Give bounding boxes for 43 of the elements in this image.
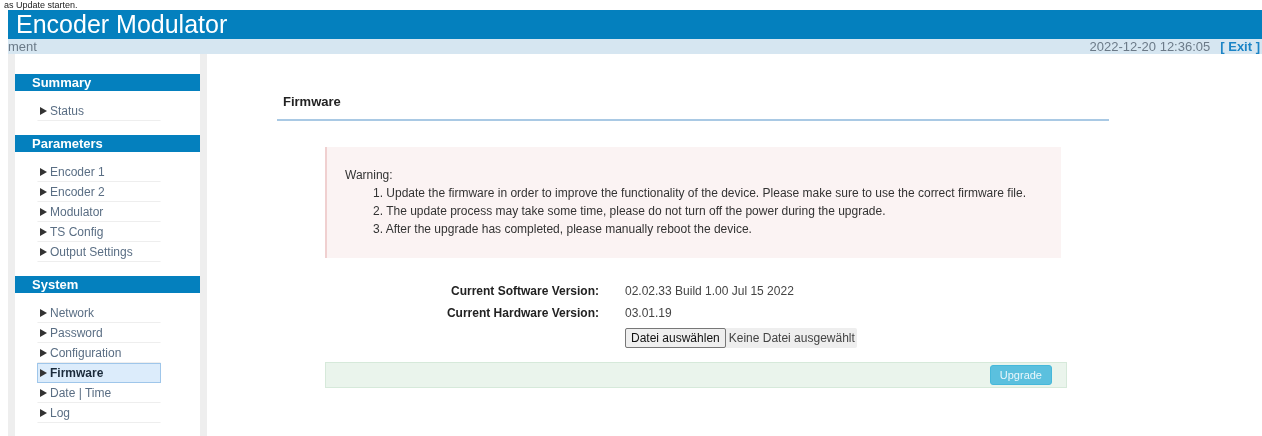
triangle-icon [40, 228, 47, 236]
sidebar-item[interactable]: Output Settings [37, 242, 161, 262]
sidebar-item[interactable]: Encoder 1 [37, 162, 161, 182]
section-header: Parameters [15, 135, 200, 152]
field-value: 02.02.33 Build 1.00 Jul 15 2022 [625, 284, 795, 298]
triangle-icon [40, 107, 47, 115]
section-header: System [15, 276, 200, 293]
sidebar-item[interactable]: Network [37, 303, 161, 323]
page-title: Firmware [283, 94, 341, 109]
sidebar-item[interactable]: Log [37, 403, 161, 423]
exit-link[interactable]: [ Exit ] [1220, 39, 1260, 54]
triangle-icon [40, 188, 47, 196]
field-label: Current Software Version: [449, 284, 599, 298]
breadcrumb: ment [8, 39, 37, 54]
triangle-icon [40, 329, 47, 337]
warning-text: 3. After the upgrade has completed, please manually reboot the device. [372, 221, 753, 238]
datetime: 2022-12-20 12:36:05 [1089, 39, 1211, 54]
triangle-icon [40, 369, 47, 377]
sidebar-item[interactable]: Password [37, 323, 161, 343]
field-label: Current Hardware Version: [445, 306, 599, 320]
app-title: Encoder Modulator [16, 10, 228, 39]
triangle-icon [40, 409, 47, 417]
triangle-icon [40, 168, 47, 176]
sidebar-item[interactable]: Status [37, 101, 161, 121]
warning-text: 2. The update process may take some time, please do not turn off the power during the upgrade. [372, 203, 887, 220]
sidebar-item[interactable]: Firmware [37, 363, 161, 383]
warning-heading: Warning: [345, 167, 394, 184]
file-input[interactable]: Datei auswählen Keine Datei ausgewählt [625, 328, 857, 348]
triangle-icon [40, 309, 47, 317]
sidebar-item[interactable]: Modulator [37, 202, 161, 222]
triangle-icon [40, 389, 47, 397]
section-header: Summary [15, 74, 200, 91]
sidebar-item[interactable]: Encoder 2 [37, 182, 161, 202]
choose-file-button[interactable]: Datei auswählen [625, 328, 726, 348]
triangle-icon [40, 349, 47, 357]
warning-text: 1. Update the firmware in order to improve the functionality of the device. Please make sure to use the correct firmware file. [372, 185, 1027, 202]
field-value: 03.01.19 [625, 306, 673, 320]
triangle-icon [40, 208, 47, 216]
sidebar-item[interactable]: TS Config [37, 222, 161, 242]
file-status: Keine Datei ausgewählt [727, 331, 856, 345]
triangle-icon [40, 248, 47, 256]
sidebar-item[interactable]: Date | Time [37, 383, 161, 403]
caption-text: as Update starten. [3, 0, 79, 10]
